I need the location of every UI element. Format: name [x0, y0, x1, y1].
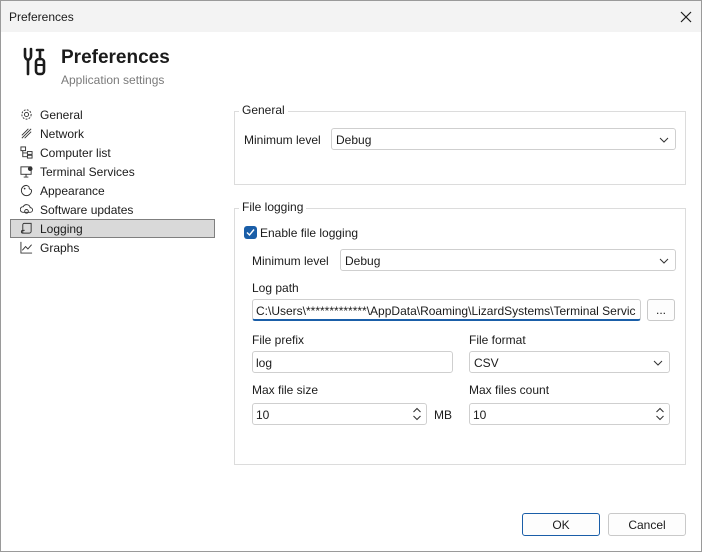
software-updates-icon [19, 203, 33, 217]
ok-button-label: OK [552, 517, 570, 532]
page-title: Preferences [61, 47, 170, 68]
minimum-level-value: Debug [336, 133, 372, 147]
sidebar-item-computer-list[interactable]: Computer list [10, 143, 215, 162]
sidebar-item-label: Appearance [40, 183, 105, 198]
sidebar-item-label: Logging [40, 221, 83, 236]
max-files-count-value: 10 [473, 408, 487, 422]
ok-button[interactable]: OK [522, 513, 600, 536]
file-logging-group-title: File logging [239, 200, 307, 214]
sidebar-item-label: Graphs [40, 240, 80, 255]
sidebar-item-graphs[interactable]: Graphs [10, 238, 215, 257]
spin-arrows-icon[interactable] [655, 406, 665, 422]
sidebar-item-terminal-services[interactable]: Terminal Services [10, 162, 215, 181]
title-bar: Preferences [1, 1, 701, 32]
file-format-label: File format [469, 333, 526, 347]
file-minimum-level-value: Debug [345, 254, 381, 268]
logging-icon [19, 222, 33, 236]
window-title: Preferences [9, 10, 74, 24]
network-icon [19, 127, 33, 141]
file-minimum-level-dropdown[interactable]: Debug [340, 249, 676, 271]
chevron-down-icon [659, 258, 669, 264]
sidebar-item-appearance[interactable]: Appearance [10, 181, 215, 200]
chevron-down-icon [653, 360, 663, 366]
close-icon [680, 11, 692, 22]
log-path-value: C:\Users\*************\AppData\Roaming\L… [256, 304, 636, 318]
file-prefix-label: File prefix [252, 333, 305, 347]
sidebar-item-label: General [40, 107, 83, 122]
dialog-content: Preferences Application settings General… [1, 32, 701, 551]
preferences-window: Preferences Preferences Application sett… [0, 0, 702, 552]
max-files-count-stepper[interactable]: 10 [469, 403, 670, 425]
file-format-dropdown[interactable]: CSV [469, 351, 670, 373]
log-path-label: Log path [252, 281, 299, 295]
general-group-title: General [239, 103, 288, 117]
file-prefix-value: log [256, 356, 273, 370]
preferences-tools-icon [23, 47, 46, 76]
appearance-icon [19, 184, 33, 198]
max-file-size-value: 10 [256, 408, 270, 422]
max-file-size-unit: MB [434, 408, 452, 422]
minimum-level-dropdown[interactable]: Debug [331, 128, 676, 150]
checkmark-icon [246, 229, 255, 237]
max-file-size-label: Max file size [252, 383, 319, 397]
file-format-value: CSV [474, 356, 499, 370]
sidebar-nav: General Network Computer list Terminal S… [10, 105, 215, 257]
cancel-button-label: Cancel [628, 517, 666, 532]
sidebar-item-label: Computer list [40, 145, 111, 160]
file-minimum-level-label: Minimum level [252, 254, 329, 268]
max-files-count-label: Max files count [469, 383, 550, 397]
browse-button-label: ... [655, 303, 666, 317]
file-logging-group: File logging Enable file logging Minimum… [234, 200, 686, 465]
log-path-input[interactable]: C:\Users\*************\AppData\Roaming\L… [252, 299, 641, 321]
max-file-size-stepper[interactable]: 10 [252, 403, 427, 425]
spin-arrows-icon[interactable] [412, 406, 422, 422]
minimum-level-label: Minimum level [244, 133, 321, 147]
general-group: General Minimum level Debug [234, 103, 686, 185]
sidebar-item-general[interactable]: General [10, 105, 215, 124]
enable-file-logging-checkbox[interactable] [244, 226, 257, 239]
sidebar-item-label: Software updates [40, 202, 134, 217]
sidebar-item-network[interactable]: Network [10, 124, 215, 143]
browse-button[interactable]: ... [647, 299, 675, 321]
cancel-button[interactable]: Cancel [608, 513, 686, 536]
gear-icon [19, 108, 33, 122]
terminal-services-icon [19, 165, 33, 179]
sidebar-item-software-updates[interactable]: Software updates [10, 200, 215, 219]
sidebar-item-label: Network [40, 126, 85, 141]
graph-icon [19, 241, 33, 255]
computer-list-icon [19, 146, 33, 160]
page-subtitle: Application settings [61, 73, 165, 87]
file-prefix-input[interactable]: log [252, 351, 453, 373]
sidebar-item-label: Terminal Services [40, 164, 135, 179]
chevron-down-icon [659, 137, 669, 143]
enable-file-logging-label: Enable file logging [260, 226, 359, 240]
close-button[interactable] [671, 1, 701, 32]
sidebar-item-logging[interactable]: Logging [10, 219, 215, 238]
